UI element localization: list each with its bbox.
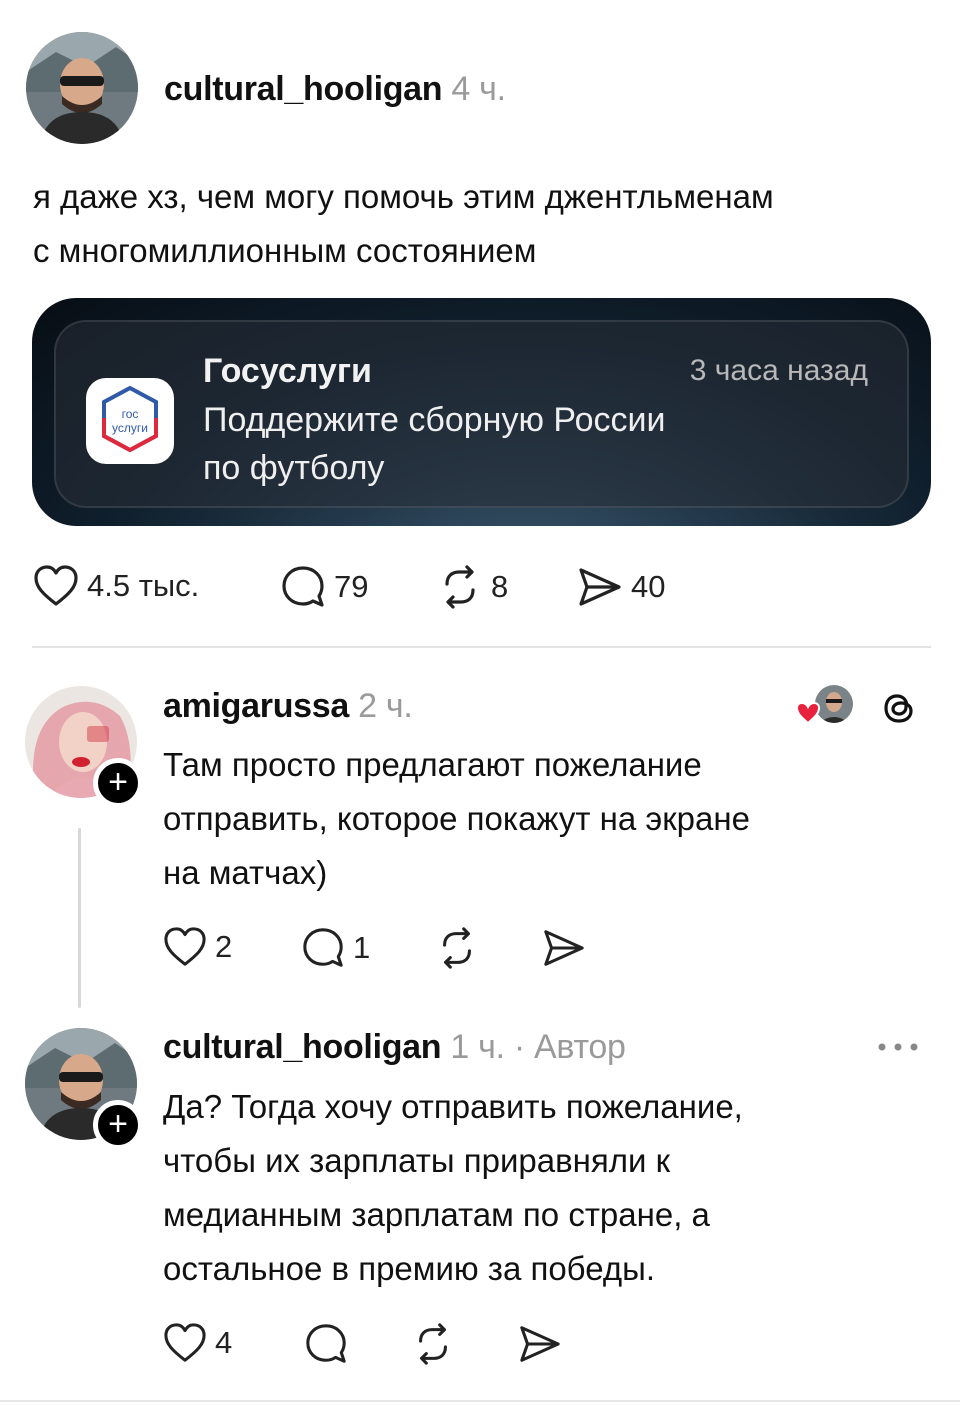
reply-username-text[interactable]: amigarussa (163, 687, 349, 725)
post-text: я даже хз, чем могу помочь этим джентльм… (33, 170, 774, 278)
divider (0, 1400, 960, 1402)
like-button[interactable]: 4.5 тыс. (33, 564, 199, 608)
reply-time: 2 ч. (358, 687, 413, 725)
repost-icon (445, 565, 475, 609)
reply-like-count: 2 (215, 929, 233, 964)
notification-body-line: по футболу (203, 449, 385, 487)
repost-count: 8 (491, 569, 509, 604)
reply-like-button[interactable]: 4 (163, 1322, 232, 1364)
reply-like-button[interactable]: 2 (163, 926, 232, 968)
author-avatar[interactable] (26, 32, 138, 144)
share-icon (579, 568, 621, 606)
follow-button[interactable]: + (93, 758, 143, 808)
reply-repost-button[interactable] (411, 1322, 455, 1366)
reply-share-button[interactable] (518, 1322, 562, 1366)
reply-comment-button[interactable] (304, 1322, 348, 1366)
post-time: 4 ч. (451, 70, 506, 108)
reply-username[interactable]: amigarussa 2 ч. (163, 687, 413, 726)
reply-comment-count: 1 (353, 930, 371, 965)
plus-icon: + (108, 1105, 128, 1143)
reply-text-line: Да? Тогда хочу отправить пожелание, (163, 1088, 743, 1125)
author-username[interactable]: cultural_hooligan 4 ч. (164, 70, 506, 109)
follow-button[interactable]: + (93, 1100, 143, 1150)
share-icon (544, 930, 584, 966)
author-username-text[interactable]: cultural_hooligan (164, 70, 443, 108)
notification-body-line: Поддержите сборную России (203, 401, 666, 439)
reply-text-line: отправить, которое покажут на экране (163, 800, 750, 837)
like-count: 4.5 тыс. (87, 568, 200, 603)
heart-icon (34, 565, 78, 606)
reply-username[interactable]: cultural_hooligan 1 ч. · Автор (163, 1028, 626, 1067)
reply-share-button[interactable] (542, 926, 586, 970)
reply-text-line: медианным зарплатам по стране, а (163, 1196, 710, 1233)
divider (32, 646, 931, 648)
comment-icon (303, 928, 343, 967)
reply-like-count: 4 (215, 1325, 233, 1360)
plus-icon: + (108, 763, 128, 801)
share-count: 40 (631, 569, 666, 604)
reply-text-line: Там просто предлагают пожелание (163, 746, 702, 783)
post-text-line: я даже хз, чем могу помочь этим джентльм… (33, 178, 774, 215)
reply-comment-button[interactable]: 1 (301, 926, 370, 970)
reply-text-line: чтобы их зарплаты приравняли к (163, 1142, 671, 1179)
thread-line (78, 828, 81, 1008)
heart-icon (795, 701, 821, 725)
notification-body: Поддержите сборную России по футболу (203, 396, 843, 492)
comment-icon (282, 566, 324, 607)
svg-text:услуги: услуги (112, 421, 148, 435)
repost-icon (419, 1323, 447, 1365)
reply-text: Да? Тогда хочу отправить пожелание, чтоб… (163, 1080, 743, 1296)
comment-icon (306, 1324, 346, 1363)
repost-button[interactable]: 8 (437, 564, 508, 610)
reply-text: Там просто предлагают пожелание отправит… (163, 738, 750, 900)
threads-logo-icon[interactable] (879, 688, 919, 728)
reply-time: 1 ч. · Автор (450, 1028, 626, 1066)
liked-by-author-badge (795, 685, 857, 727)
notification-app-name: Госуслуги (203, 352, 372, 390)
reply-text-line: остальное в премию за победы. (163, 1250, 655, 1287)
heart-icon (164, 927, 206, 966)
gosuslugi-app-icon: гос услуги (86, 378, 174, 464)
reply-repost-button[interactable] (435, 926, 479, 970)
reply-text-line: на матчах) (163, 854, 328, 891)
comment-count: 79 (334, 569, 369, 604)
post-text-line: с многомиллионным состоянием (33, 232, 537, 269)
reply-username-text[interactable]: cultural_hooligan (163, 1028, 442, 1066)
heart-icon (164, 1323, 206, 1362)
notification-time: 3 часа назад (689, 354, 868, 387)
more-icon[interactable] (876, 1040, 920, 1054)
repost-icon (443, 927, 471, 969)
share-button[interactable]: 40 (577, 564, 665, 610)
svg-text:гос: гос (122, 407, 139, 421)
share-icon (520, 1326, 560, 1362)
comment-button[interactable]: 79 (280, 564, 368, 610)
